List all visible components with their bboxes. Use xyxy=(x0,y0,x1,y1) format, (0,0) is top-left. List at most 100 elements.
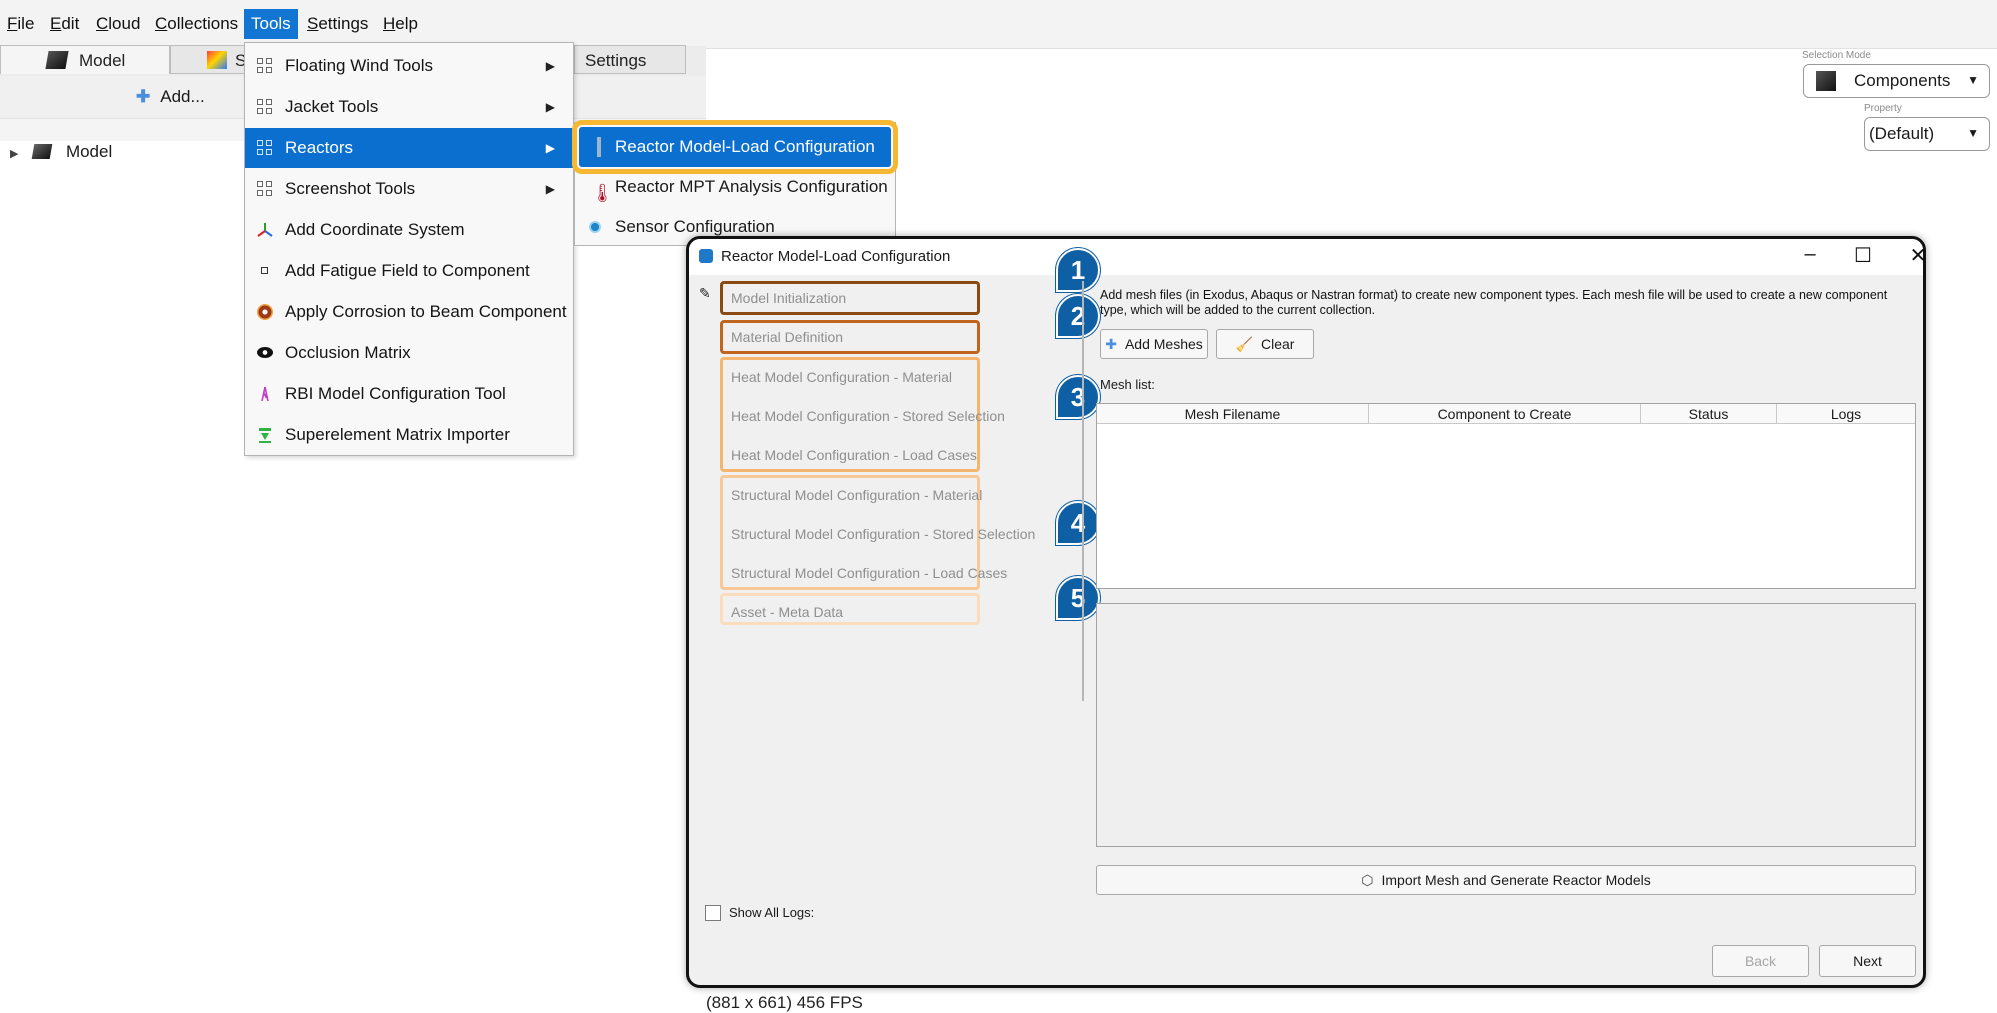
tab-model[interactable]: Model xyxy=(0,45,170,74)
menu-edit[interactable]: Edit xyxy=(43,9,86,39)
cube-icon xyxy=(1816,71,1836,91)
callout-badge-2: 2 xyxy=(1056,294,1100,338)
chevron-down-icon: ▼ xyxy=(1967,73,1979,87)
expand-arrow-icon: ▶ xyxy=(10,148,19,160)
add-button-label: Add... xyxy=(160,87,205,106)
menu-item-label: Apply Corrosion to Beam Component xyxy=(285,302,567,321)
dialog-title: Reactor Model-Load Configuration xyxy=(721,248,951,265)
menu-item-label: Screenshot Tools xyxy=(285,179,416,198)
menu-help[interactable]: Help xyxy=(376,9,425,39)
plus-icon: ✚ xyxy=(1105,336,1117,352)
step-heat-stored-selection[interactable]: Heat Model Configuration - Stored Select… xyxy=(719,398,1049,434)
step-structural-load-cases[interactable]: Structural Model Configuration - Load Ca… xyxy=(719,555,1049,591)
callout-badge-5: 5 xyxy=(1056,576,1100,620)
log-panel xyxy=(1096,603,1916,847)
menu-file[interactable]: File xyxy=(0,9,41,39)
menu-item-reactor-mpt-analysis[interactable]: 🌡 Reactor MPT Analysis Configuration xyxy=(575,167,895,207)
splitter[interactable] xyxy=(1082,281,1084,701)
selection-mode-label: Selection Mode xyxy=(1802,50,1871,61)
mesh-list-table[interactable]: Mesh Filename Component to Create Status… xyxy=(1096,403,1916,589)
menu-item-occlusion-matrix[interactable]: Occlusion Matrix xyxy=(245,333,573,373)
menu-item-apply-corrosion[interactable]: Apply Corrosion to Beam Component xyxy=(245,292,573,332)
add-meshes-button[interactable]: ✚ Add Meshes xyxy=(1100,329,1208,359)
reactor-config-dialog: Reactor Model-Load Configuration – ☐ ✕ ✎… xyxy=(686,236,1926,988)
next-button[interactable]: Next xyxy=(1819,945,1916,977)
menu-item-label: Reactor Model-Load Configuration xyxy=(615,137,875,156)
tab-settings[interactable]: Settings xyxy=(574,45,686,74)
column-header-mesh-filename[interactable]: Mesh Filename xyxy=(1097,404,1369,424)
column-header-status[interactable]: Status xyxy=(1641,404,1777,424)
menu-item-label: Floating Wind Tools xyxy=(285,56,434,75)
menu-item-jacket-tools[interactable]: Jacket Tools ▶ xyxy=(245,87,573,127)
menu-item-superelement-importer[interactable]: Superelement Matrix Importer xyxy=(245,415,573,455)
import-mesh-label: Import Mesh and Generate Reactor Models xyxy=(1381,872,1651,888)
colored-cube-icon xyxy=(207,51,227,69)
step-structural-material[interactable]: Structural Model Configuration - Materia… xyxy=(719,477,1049,513)
selection-mode-combo[interactable]: Components ▼ xyxy=(1803,64,1990,98)
menu-item-label: Reactors xyxy=(285,138,354,157)
property-value: (Default) xyxy=(1869,124,1935,143)
clear-button[interactable]: 🧹 Clear xyxy=(1216,329,1314,359)
property-label: Property xyxy=(1864,103,1902,114)
menu-item-label: Add Coordinate System xyxy=(285,220,465,239)
show-all-logs-label: Show All Logs: xyxy=(729,905,815,920)
menu-item-label: Jacket Tools xyxy=(285,97,379,116)
column-header-component[interactable]: Component to Create xyxy=(1369,404,1641,424)
menu-cloud[interactable]: Cloud xyxy=(89,9,147,39)
chevron-right-icon: ▶ xyxy=(545,182,555,196)
tools-menu: Floating Wind Tools ▶ Jacket Tools ▶ Rea… xyxy=(244,42,574,456)
close-icon[interactable]: ✕ xyxy=(1898,243,1923,268)
small-square-icon xyxy=(261,267,268,274)
cube-icon xyxy=(45,51,69,69)
menu-item-label: Occlusion Matrix xyxy=(285,343,411,362)
clear-label: Clear xyxy=(1260,336,1295,352)
minimize-icon[interactable]: – xyxy=(1790,243,1830,266)
menu-tools[interactable]: Tools xyxy=(244,9,298,39)
step-asset-meta-data[interactable]: Asset - Meta Data xyxy=(719,594,1049,630)
menu-item-add-coordinate-system[interactable]: Add Coordinate System xyxy=(245,210,573,250)
reactors-submenu: Reactor Model-Load Configuration 🌡 React… xyxy=(572,120,898,246)
selection-mode-value: Components xyxy=(1854,71,1951,90)
callout-badge-4: 4 xyxy=(1056,501,1100,545)
menu-item-add-fatigue-field[interactable]: Add Fatigue Field to Component xyxy=(245,251,573,291)
callout-badge-1: 1 xyxy=(1056,248,1100,292)
back-button[interactable]: Back xyxy=(1712,945,1809,977)
reactor-icon xyxy=(597,137,601,157)
grid-icon xyxy=(257,140,273,156)
step-heat-load-cases[interactable]: Heat Model Configuration - Load Cases xyxy=(719,437,1049,473)
add-button[interactable]: ✚ Add... xyxy=(136,84,205,110)
column-header-logs[interactable]: Logs xyxy=(1777,404,1915,424)
tree-item-label: Model xyxy=(65,142,113,161)
menu-item-reactor-model-load-config[interactable]: Reactor Model-Load Configuration xyxy=(572,120,898,174)
step-heat-material[interactable]: Heat Model Configuration - Material xyxy=(719,359,1049,395)
step-structural-stored-selection[interactable]: Structural Model Configuration - Stored … xyxy=(719,516,1049,552)
maximize-icon[interactable]: ☐ xyxy=(1843,243,1883,268)
menu-item-reactors[interactable]: Reactors ▶ xyxy=(245,128,573,168)
chevron-right-icon: ▶ xyxy=(545,59,555,73)
grid-icon xyxy=(257,58,273,74)
tab-s[interactable]: S xyxy=(170,45,250,74)
property-combo[interactable]: (Default) ▼ xyxy=(1864,117,1990,151)
eye-icon xyxy=(257,347,273,358)
menu-item-floating-wind-tools[interactable]: Floating Wind Tools ▶ xyxy=(245,46,573,86)
pencil-icon: ✎ xyxy=(699,285,711,301)
menu-item-screenshot-tools[interactable]: Screenshot Tools ▶ xyxy=(245,169,573,209)
import-mesh-button[interactable]: ⬡ Import Mesh and Generate Reactor Models xyxy=(1096,865,1916,895)
hexagon-icon: ⬡ xyxy=(1361,872,1374,888)
step-material-definition[interactable]: Material Definition xyxy=(719,319,1049,355)
menu-item-rbi-model-config[interactable]: RBI Model Configuration Tool xyxy=(245,374,573,414)
step-model-initialization[interactable]: Model Initialization xyxy=(719,280,1049,316)
axes-icon xyxy=(257,223,273,237)
chevron-down-icon: ▼ xyxy=(1967,126,1979,140)
mesh-list-label: Mesh list: xyxy=(1100,377,1155,392)
tree-item-model[interactable]: ▶ Model xyxy=(10,142,112,162)
menu-settings[interactable]: Settings xyxy=(300,9,375,39)
menu-collections[interactable]: Collections xyxy=(148,9,245,39)
tab-settings-label: Settings xyxy=(585,51,647,70)
grid-icon xyxy=(257,181,273,197)
callout-badge-3: 3 xyxy=(1056,375,1100,419)
rig-icon xyxy=(261,386,269,402)
show-all-logs-checkbox[interactable] xyxy=(705,905,721,921)
menu-item-label: Superelement Matrix Importer xyxy=(285,425,510,444)
cube-icon xyxy=(31,144,53,159)
